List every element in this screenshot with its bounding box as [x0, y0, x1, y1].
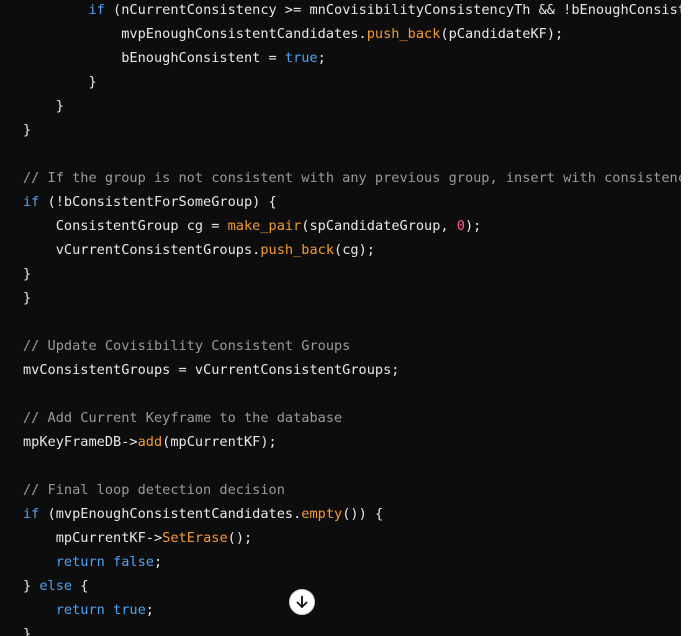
- code-text: }: [23, 290, 32, 306]
- code-text: }: [23, 578, 40, 594]
- code-keyword: return: [55, 554, 105, 570]
- code-text: (!bConsistentForSomeGroup) {: [39, 194, 277, 210]
- code-function: SetErase: [162, 530, 228, 546]
- scrollbar-edge: [681, 0, 700, 636]
- code-line: }: [23, 70, 681, 94]
- code-text: }: [23, 266, 32, 282]
- code-block: if (nCurrentConsistency >= mnCovisibilit…: [0, 0, 681, 636]
- code-comment: // Add Current Keyframe to the database: [23, 410, 343, 426]
- code-text: }: [88, 74, 97, 90]
- code-keyword: if: [23, 506, 40, 522]
- code-line: mpKeyFrameDB->add(mpCurrentKF);: [23, 430, 681, 454]
- code-line: if (nCurrentConsistency >= mnCovisibilit…: [23, 0, 681, 22]
- code-text: }: [55, 98, 64, 114]
- code-text: mvConsistentGroups = vCurrentConsistentG…: [23, 362, 400, 378]
- code-text: (mpCurrentKF);: [162, 434, 277, 450]
- code-line: mvpEnoughConsistentCandidates.push_back(…: [23, 22, 681, 46]
- code-line: }: [23, 622, 681, 636]
- code-line: if (!bConsistentForSomeGroup) {: [23, 190, 681, 214]
- code-text: (nCurrentConsistency >= mnCovisibilityCo…: [104, 2, 681, 18]
- code-function: push_back: [366, 26, 441, 42]
- code-text: (cg);: [334, 242, 375, 258]
- code-text: {: [72, 578, 89, 594]
- code-text: ConsistentGroup cg =: [55, 218, 228, 234]
- code-text: }: [23, 122, 32, 138]
- code-text: (pCandidateKF);: [440, 26, 564, 42]
- code-line: }: [23, 262, 681, 286]
- code-keyword: return: [55, 602, 105, 618]
- code-function: push_back: [260, 242, 335, 258]
- code-text: ;: [145, 602, 154, 618]
- code-text: ;: [317, 50, 326, 66]
- code-text: }: [23, 626, 32, 636]
- code-text: ;: [153, 554, 163, 570]
- code-content: if (nCurrentConsistency >= mnCovisibilit…: [23, 0, 681, 636]
- code-text: mvpEnoughConsistentCandidates.: [121, 26, 367, 42]
- code-line: // Update Covisibility Consistent Groups: [23, 334, 681, 358]
- code-text: vCurrentConsistentGroups.: [55, 242, 261, 258]
- code-text: (mvpEnoughConsistentCandidates.: [39, 506, 302, 522]
- code-line: mvConsistentGroups = vCurrentConsistentG…: [23, 358, 681, 382]
- code-text: ();: [227, 530, 253, 546]
- code-comment: // If the group is not consistent with a…: [23, 170, 681, 186]
- code-line: // If the group is not consistent with a…: [23, 166, 681, 190]
- code-keyword: if: [23, 194, 40, 210]
- scroll-to-bottom-button[interactable]: [289, 589, 315, 615]
- code-line: if (mvpEnoughConsistentCandidates.empty(…: [23, 502, 681, 526]
- code-text: ()) {: [342, 506, 384, 522]
- code-text: (spCandidateGroup,: [301, 218, 457, 234]
- code-line: vCurrentConsistentGroups.push_back(cg);: [23, 238, 681, 262]
- arrow-down-icon: [296, 595, 308, 608]
- code-function: make_pair: [227, 218, 302, 234]
- code-line: }: [23, 286, 681, 310]
- code-line: return true;: [23, 598, 681, 622]
- code-line: return false;: [23, 550, 681, 574]
- code-keyword: true: [113, 602, 146, 618]
- code-line: }: [23, 94, 681, 118]
- code-keyword: if: [88, 2, 105, 18]
- code-text: mpCurrentKF->: [55, 530, 163, 546]
- code-function: empty: [301, 506, 343, 522]
- code-line: } else {: [23, 574, 681, 598]
- code-line: bEnoughConsistent = true;: [23, 46, 681, 70]
- code-text: );: [464, 218, 482, 234]
- code-comment: // Final loop detection decision: [23, 482, 285, 498]
- code-keyword: false: [113, 554, 154, 570]
- code-text: bEnoughConsistent =: [121, 50, 285, 66]
- code-number: 0: [456, 218, 465, 234]
- code-keyword: else: [39, 578, 73, 594]
- code-comment: // Update Covisibility Consistent Groups: [23, 338, 351, 354]
- code-text: mpKeyFrameDB->: [23, 434, 138, 450]
- code-line: mpCurrentKF->SetErase();: [23, 526, 681, 550]
- code-function: add: [137, 434, 163, 450]
- code-line: // Final loop detection decision: [23, 478, 681, 502]
- code-line: // Add Current Keyframe to the database: [23, 406, 681, 430]
- code-keyword: true: [284, 50, 318, 66]
- code-line: ConsistentGroup cg = make_pair(spCandida…: [23, 214, 681, 238]
- code-line: }: [23, 118, 681, 142]
